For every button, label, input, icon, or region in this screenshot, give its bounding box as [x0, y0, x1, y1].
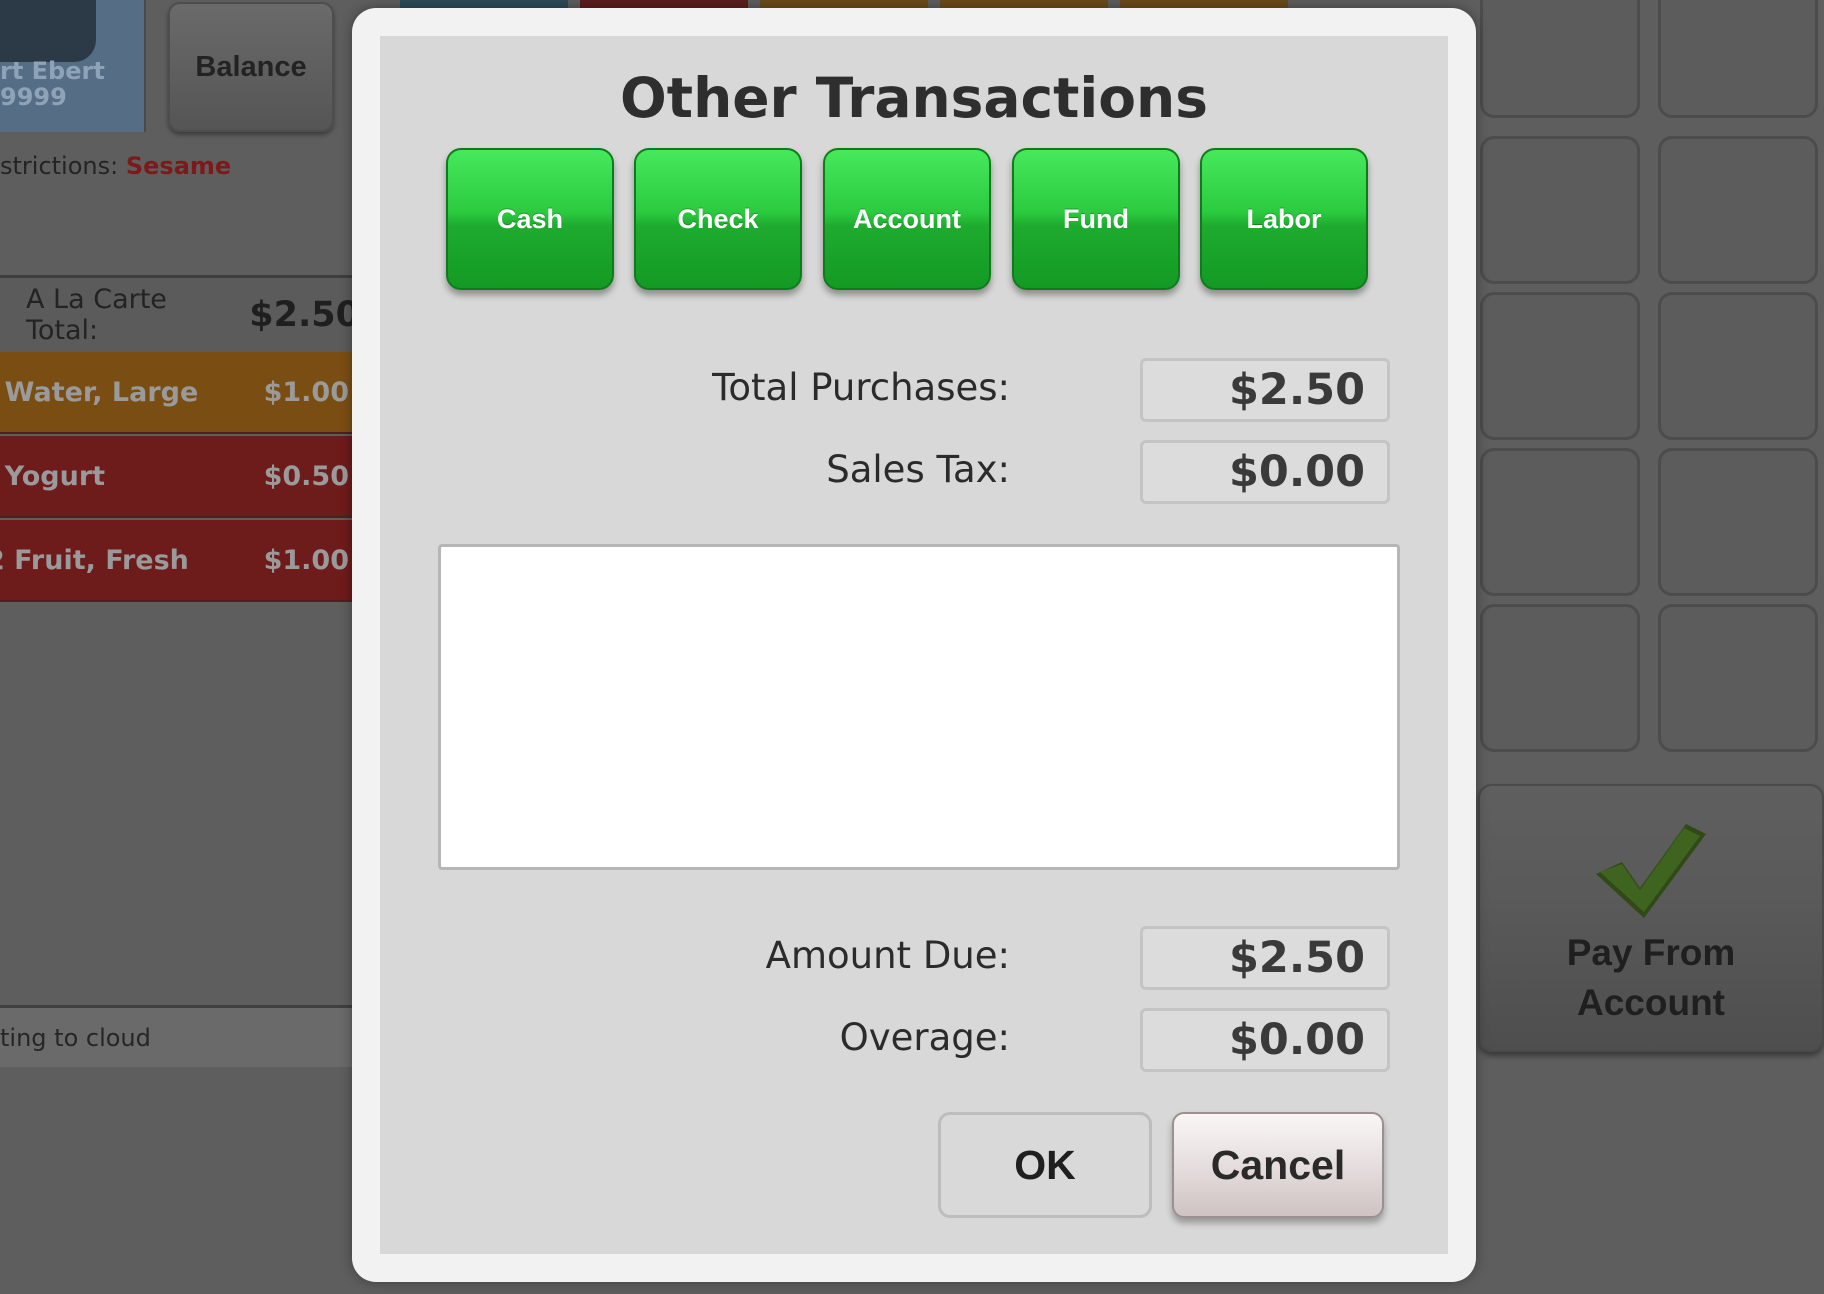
menu-tile-empty[interactable] [1480, 136, 1640, 284]
balance-button[interactable]: Balance [168, 2, 334, 132]
account-button[interactable]: Account [823, 148, 991, 290]
restrictions-label: strictions: [0, 152, 119, 180]
dialog-title: Other Transactions [620, 66, 1208, 130]
sales-tax-field: $0.00 [1140, 440, 1390, 504]
amount-due-label: Amount Due: [765, 934, 1010, 977]
sync-status-bar: ting to cloud [0, 1005, 360, 1067]
menu-tile-empty[interactable] [1658, 292, 1818, 440]
total-purchases-field: $2.50 [1140, 358, 1390, 422]
overage-field: $0.00 [1140, 1008, 1390, 1072]
sync-status-text: ting to cloud [0, 1023, 151, 1052]
ok-button[interactable]: OK [938, 1112, 1152, 1218]
dialog-panel: Other Transactions Cash Check Account Fu… [380, 36, 1448, 1254]
order-item-row[interactable]: l Yogurt $0.50 [0, 436, 360, 518]
checkmark-icon [1596, 824, 1706, 918]
labor-button[interactable]: Labor [1200, 148, 1368, 290]
cash-button[interactable]: Cash [446, 148, 614, 290]
pay-from-account-label: Pay From Account [1566, 932, 1736, 1023]
restrictions-value: Sesame [125, 152, 232, 180]
student-name: rt Ebert [0, 57, 105, 85]
order-item-row[interactable]: 2 Fruit, Fresh $1.00 [0, 520, 360, 602]
student-id: 9999 [0, 83, 67, 111]
menu-tile-empty[interactable] [1658, 0, 1818, 118]
item-price: $0.50 [263, 460, 349, 492]
other-transactions-dialog: Other Transactions Cash Check Account Fu… [352, 8, 1476, 1282]
fund-button[interactable]: Fund [1012, 148, 1180, 290]
menu-tile-empty[interactable] [1480, 0, 1640, 118]
dietary-restrictions: strictions: Sesame [0, 152, 360, 180]
check-button[interactable]: Check [634, 148, 802, 290]
amount-due-field: $2.50 [1140, 926, 1390, 990]
order-item-row[interactable]: l Water, Large $1.00 [0, 352, 360, 434]
total-purchases-label: Total Purchases: [712, 366, 1010, 409]
transaction-notes-area[interactable] [438, 544, 1400, 870]
menu-tile-empty[interactable] [1480, 292, 1640, 440]
sales-tax-label: Sales Tax: [826, 448, 1010, 491]
menu-tile-empty[interactable] [1658, 604, 1818, 752]
pay-from-account-button[interactable]: Pay From Account [1478, 784, 1824, 1052]
a-la-carte-total: A La Carte Total: $2.50 [0, 278, 360, 352]
a-la-carte-total-amount: $2.50 [249, 295, 360, 335]
menu-tile-empty[interactable] [1658, 448, 1818, 596]
item-price: $1.00 [263, 376, 349, 408]
item-name: l Yogurt [0, 460, 106, 492]
menu-tile-empty[interactable] [1658, 136, 1818, 284]
top-tile-strip [400, 0, 1300, 8]
item-price: $1.00 [263, 544, 349, 576]
menu-tile-empty[interactable] [1480, 448, 1640, 596]
item-name: 2 Fruit, Fresh [0, 544, 189, 576]
cancel-button[interactable]: Cancel [1172, 1112, 1384, 1218]
item-name: l Water, Large [0, 376, 199, 408]
overage-label: Overage: [839, 1016, 1010, 1059]
a-la-carte-total-label: A La Carte Total: [26, 284, 167, 346]
menu-tile-empty[interactable] [1480, 604, 1640, 752]
